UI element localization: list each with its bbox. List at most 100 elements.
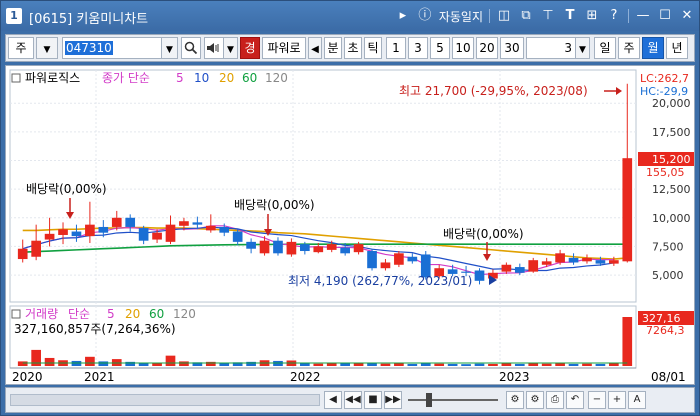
candle-body[interactable] [125,217,136,227]
candle-body[interactable] [232,231,243,242]
sound-button[interactable] [204,37,224,59]
zoom-slider-thumb[interactable] [426,393,432,407]
fast-forward-button[interactable]: ▶▶ [384,391,402,409]
candle-body[interactable] [555,253,565,263]
market-select[interactable]: 주 [8,37,34,59]
window-layout-icon[interactable]: ◫ [496,8,512,24]
candle-body[interactable] [474,270,485,281]
code-dropdown-button[interactable]: ▼ [162,37,178,59]
play-arrow-icon[interactable]: ▸ [395,8,411,24]
period-tick-button[interactable]: 틱 [364,37,382,59]
candle-body[interactable] [219,226,230,233]
unit-month-button[interactable]: 월 [642,37,664,59]
candle-body[interactable] [246,241,256,249]
count-dropdown-button[interactable]: ▼ [576,37,590,59]
close-icon[interactable]: ✕ [679,8,695,24]
restore-button[interactable]: ↶ [566,391,584,409]
info-circle-icon[interactable]: ⓘ [417,8,433,24]
candle-body[interactable] [273,240,283,254]
stop-button[interactable]: ■ [364,391,382,409]
candle-body[interactable] [353,244,364,253]
chart-settings-button[interactable]: ⚙ [506,391,524,409]
market-dropdown-button[interactable]: ▼ [36,37,58,59]
candle-body[interactable] [152,232,162,240]
candle-body[interactable] [582,257,592,262]
period-second-button[interactable]: 초 [344,37,362,59]
horizontal-scrollbar[interactable] [10,394,320,406]
candlestick-chart[interactable]: 파워로직스 종가 단순 5 10 20 60 120 LC:262,7 HC:-… [6,66,694,384]
period-minute-button[interactable]: 분 [324,37,342,59]
candle-body[interactable] [528,260,539,272]
unit-week-button[interactable]: 주 [618,37,640,59]
number-button-30[interactable]: 30 [500,37,524,59]
autosave-label[interactable]: 자동일지 [439,8,483,25]
candle-body[interactable] [394,253,404,265]
candle-body[interactable] [44,233,55,240]
candle-body[interactable] [138,228,149,241]
stock-code-input[interactable]: 047310 [62,37,162,59]
sound-dropdown-button[interactable]: ▼ [224,37,238,59]
auto-scale-button[interactable]: A [628,391,646,409]
candle-body[interactable] [501,264,512,272]
minimize-icon[interactable]: — [635,8,651,24]
copy-window-icon[interactable]: ⧉ [518,8,534,24]
number-button-10[interactable]: 10 [452,37,474,59]
candle-body[interactable] [192,222,203,225]
count-input[interactable]: 3 [526,37,576,59]
pin-icon[interactable]: ⊤ [540,8,556,24]
help-icon[interactable]: ? [606,8,622,24]
candle-body[interactable] [179,221,189,226]
zoom-slider-track[interactable] [408,399,498,401]
number-button-20[interactable]: 20 [476,37,498,59]
candle-body[interactable] [71,231,82,237]
candle-body[interactable] [380,262,391,269]
candle-body[interactable] [300,244,310,252]
candle-body[interactable] [85,224,95,237]
candle-body[interactable] [111,217,122,227]
volume-legend-checkbox[interactable] [11,309,21,319]
candle-body[interactable] [514,267,525,273]
candle-body[interactable] [407,256,418,262]
unit-year-label: 년 [671,41,683,55]
candle-body[interactable] [609,260,619,264]
grid-icon[interactable]: ⊞ [584,8,600,24]
rewind-button[interactable]: ◀◀ [344,391,362,409]
candle-body[interactable] [165,224,176,242]
prev-arrow-button[interactable]: ◀ [308,37,322,59]
unit-day-button[interactable]: 일 [594,37,616,59]
print-button[interactable]: ⎙ [546,391,564,409]
unit-year-button[interactable]: 년 [666,37,688,59]
scroll-left-button[interactable]: ◀ [324,391,342,409]
number-button-1[interactable]: 1 [386,37,406,59]
current-price-sub: 155,05 [646,166,685,179]
candle-body[interactable] [259,240,270,254]
low-annotation-text: 최저 4,190 (262,77%, 2023/01) [288,274,472,288]
candle-body[interactable] [313,246,324,253]
candle-body[interactable] [340,247,350,254]
candle-body[interactable] [541,261,552,265]
candle-body[interactable] [326,244,337,250]
candle-body[interactable] [568,257,579,263]
search-button[interactable] [181,37,201,59]
view-badge[interactable]: 경 [240,37,260,59]
mini-chart-window: 1 [0615] 키움미니차트 ▸ ⓘ 자동일지 ◫ ⧉ ⊤ T ⊞ ? — ☐… [0,0,700,416]
legend-checkbox[interactable] [11,73,21,83]
zoom-in-button[interactable]: + [608,391,626,409]
candle-body[interactable] [31,240,41,257]
candle-body[interactable] [98,226,109,233]
text-tool-icon[interactable]: T [562,8,578,24]
candle-body[interactable] [595,260,606,264]
chart-area[interactable]: 파워로직스 종가 단순 5 10 20 60 120 LC:262,7 HC:-… [5,65,695,385]
candle-body[interactable] [17,248,28,260]
candle-body[interactable] [461,271,471,273]
maximize-icon[interactable]: ☐ [657,8,673,24]
candle-body[interactable] [205,225,216,231]
zoom-out-button[interactable]: − [588,391,606,409]
number-button-3[interactable]: 3 [408,37,428,59]
analysis-settings-button[interactable]: ⚙ [526,391,544,409]
number-button-5[interactable]: 5 [430,37,450,59]
candle-body[interactable] [58,229,68,235]
candle-body[interactable] [367,251,377,269]
candle-body[interactable] [622,158,633,262]
candle-body[interactable] [286,241,297,255]
